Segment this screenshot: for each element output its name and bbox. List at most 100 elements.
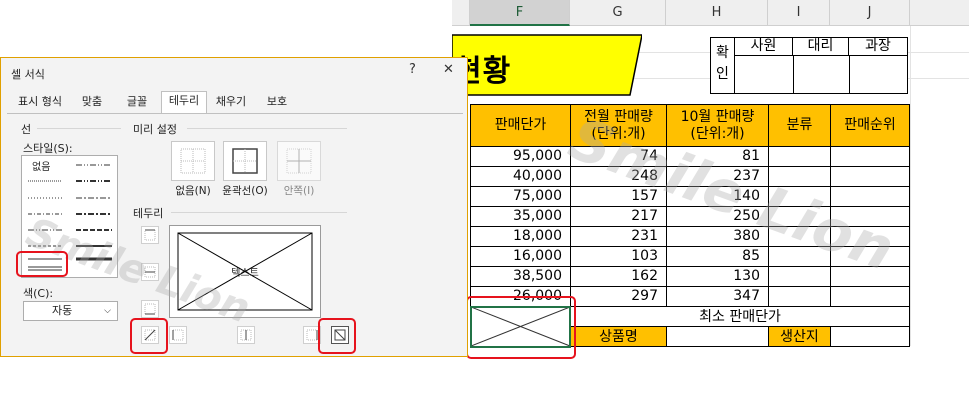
border-middle-icon [144, 266, 156, 278]
border-left-button[interactable] [169, 326, 187, 344]
border-diagonal-up-button[interactable] [141, 326, 159, 344]
table-cell[interactable]: 74 [571, 147, 667, 167]
border-left-icon [172, 329, 184, 341]
column-header-g[interactable]: G [570, 0, 666, 26]
table-cell[interactable]: 140 [667, 187, 769, 207]
tab-alignment[interactable]: 맞춤 [73, 93, 111, 113]
header-unit-price[interactable]: 판매단가 [471, 105, 571, 147]
table-cell[interactable] [769, 247, 831, 267]
table-cell[interactable]: 380 [667, 227, 769, 247]
table-cell[interactable]: 85 [667, 247, 769, 267]
table-cell[interactable] [831, 187, 910, 207]
table-cell[interactable] [769, 147, 831, 167]
min-price-label[interactable]: 최소 판매단가 [571, 307, 910, 327]
approval-side-label: 확인 [711, 38, 735, 93]
table-cell[interactable] [769, 267, 831, 287]
diagonal-down-icon [334, 329, 346, 341]
table-cell[interactable] [769, 167, 831, 187]
table-cell[interactable] [831, 167, 910, 187]
preset-inside-button[interactable] [277, 141, 321, 181]
border-preview[interactable]: 텍스트 [169, 225, 321, 318]
preset-outline-icon [232, 148, 258, 174]
tab-font[interactable]: 글꼴 [117, 93, 157, 113]
origin-value[interactable] [831, 327, 910, 347]
table-cell[interactable]: 18,000 [471, 227, 571, 247]
border-top-button[interactable] [141, 226, 159, 244]
table-cell[interactable]: 95,000 [471, 147, 571, 167]
table-cell[interactable]: 157 [571, 187, 667, 207]
border-center-button[interactable] [237, 326, 255, 344]
border-center-icon [240, 329, 252, 341]
line-group-label: 선 [21, 123, 32, 136]
column-header-e[interactable] [452, 0, 470, 26]
table-cell[interactable]: 16,000 [471, 247, 571, 267]
table-cell[interactable]: 26,000 [471, 287, 571, 307]
tab-protection[interactable]: 보호 [257, 93, 297, 113]
table-cell[interactable]: 231 [571, 227, 667, 247]
table-cell[interactable]: 297 [571, 287, 667, 307]
table-cell[interactable] [769, 227, 831, 247]
table-cell[interactable]: 162 [571, 267, 667, 287]
border-diagonal-down-button[interactable] [331, 326, 349, 344]
preset-none-label: 없음(N) [175, 185, 211, 197]
line-style-list[interactable]: 없음 [21, 155, 118, 278]
table-cell[interactable] [831, 147, 910, 167]
table-cell[interactable]: 38,500 [471, 267, 571, 287]
table-cell[interactable]: 347 [667, 287, 769, 307]
close-button[interactable]: ✕ [443, 62, 454, 77]
header-prev-month-sales[interactable]: 전월 판매량 (단위:개) [571, 105, 667, 147]
product-name-value[interactable] [667, 327, 769, 347]
border-bottom-icon [144, 303, 156, 315]
table-cell[interactable]: 217 [571, 207, 667, 227]
preset-outline-button[interactable] [223, 141, 267, 181]
product-name-label[interactable]: 상품명 [571, 327, 667, 347]
border-bottom-button[interactable] [141, 300, 159, 318]
preset-none-button[interactable] [171, 141, 215, 181]
table-cell[interactable]: 75,000 [471, 187, 571, 207]
table-cell[interactable]: 237 [667, 167, 769, 187]
line-style-samples [28, 164, 112, 271]
table-cell[interactable] [769, 207, 831, 227]
tab-border[interactable]: 테두리 [161, 91, 207, 114]
table-cell[interactable]: 103 [571, 247, 667, 267]
help-button[interactable]: ? [409, 62, 416, 77]
border-middle-button[interactable] [141, 263, 159, 281]
table-cell[interactable] [769, 287, 831, 307]
column-header-i[interactable]: I [768, 0, 830, 26]
color-dropdown[interactable]: 자동 ⌵ [23, 301, 118, 321]
preset-inside-icon [286, 148, 312, 174]
header-october-sales[interactable]: 10월 판매량 (단위:개) [667, 105, 769, 147]
table-cell[interactable]: 248 [571, 167, 667, 187]
table-cell[interactable]: 250 [667, 207, 769, 227]
origin-label[interactable]: 생산지 [769, 327, 831, 347]
tab-number[interactable]: 표시 형식 [11, 93, 69, 113]
table-cell[interactable]: 35,000 [471, 207, 571, 227]
spreadsheet: F G H I J 현황 확인 사원 대리 과장 판매단가 전월 판매량 (단위:… [452, 0, 969, 360]
border-right-button[interactable] [303, 326, 321, 344]
approval-col-assistant: 대리 [793, 38, 849, 56]
table-cell[interactable]: 130 [667, 267, 769, 287]
header-rank[interactable]: 판매순위 [831, 105, 910, 147]
preview-text: 텍스트 [231, 268, 259, 279]
style-label: 스타일(S): [23, 142, 73, 155]
cell-selection [470, 306, 571, 348]
header-category[interactable]: 분류 [769, 105, 831, 147]
column-header-h[interactable]: H [666, 0, 768, 26]
preset-none-icon [180, 148, 206, 174]
column-header-f[interactable]: F [470, 0, 570, 26]
color-label: 색(C): [23, 287, 54, 300]
table-cell[interactable]: 40,000 [471, 167, 571, 187]
column-header-k[interactable] [910, 0, 969, 26]
approval-col-staff: 사원 [735, 38, 793, 56]
table-cell[interactable] [831, 247, 910, 267]
table-cell[interactable]: 81 [667, 147, 769, 167]
table-cell[interactable] [831, 227, 910, 247]
table-cell[interactable] [831, 267, 910, 287]
column-header-j[interactable]: J [830, 0, 910, 26]
tab-fill[interactable]: 채우기 [209, 93, 253, 113]
table-cell[interactable] [831, 207, 910, 227]
table-cell[interactable] [769, 187, 831, 207]
table-cell[interactable] [831, 287, 910, 307]
approval-col-manager: 과장 [849, 38, 907, 56]
diagonal-up-icon [144, 329, 156, 341]
